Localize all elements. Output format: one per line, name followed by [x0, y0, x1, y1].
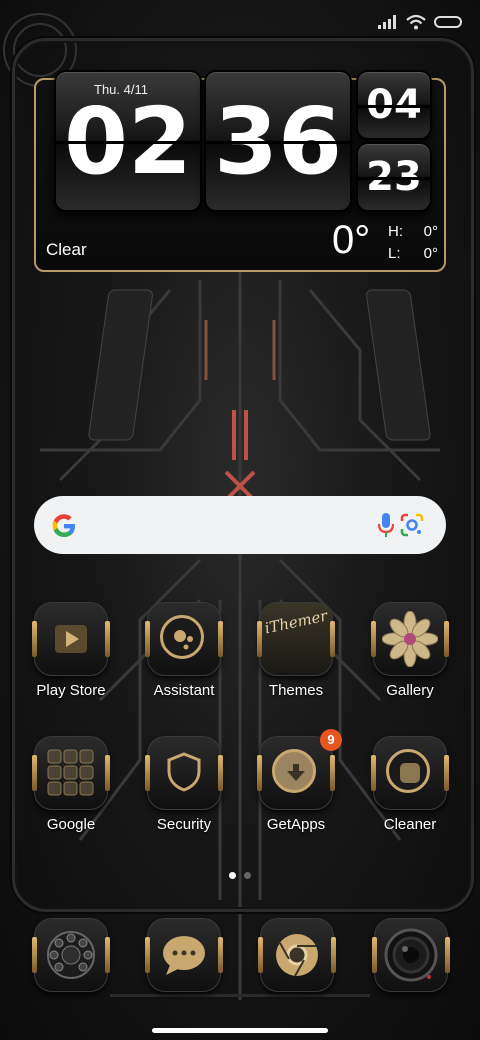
themes-icon: iThemer	[257, 602, 335, 676]
app-label: Play Store	[36, 682, 106, 699]
rotary-phone-icon	[32, 918, 110, 992]
messages-icon	[145, 918, 223, 992]
small-top-digits: 04	[366, 82, 422, 128]
shield-icon	[145, 736, 223, 810]
rotary-dial-icon	[47, 931, 95, 979]
temperature: 0°	[332, 218, 371, 262]
dock-messages[interactable]	[145, 918, 223, 992]
google-folder-icon	[32, 736, 110, 810]
dock-chrome[interactable]	[258, 918, 336, 992]
app-label: Assistant	[153, 682, 215, 699]
camera-icon	[372, 918, 450, 992]
app-security[interactable]: Security	[128, 736, 240, 833]
signal-icon	[378, 15, 396, 29]
app-themes[interactable]: iThemer Themes	[240, 602, 352, 699]
small-flip-bottom: 23	[356, 142, 432, 212]
app-label: Themes	[268, 682, 324, 699]
google-lens-icon[interactable]	[398, 511, 426, 539]
assistant-dots-icon	[174, 630, 193, 650]
chat-bubble-icon	[163, 936, 205, 975]
page-dot-active[interactable]	[229, 872, 236, 879]
dock-phone[interactable]	[32, 918, 110, 992]
chrome-logo-icon	[276, 934, 318, 977]
low-label: L:	[388, 245, 401, 262]
home-gesture-bar[interactable]	[152, 1028, 328, 1033]
low-value: 0°	[423, 245, 438, 262]
battery-icon	[434, 16, 462, 28]
chrome-icon	[258, 918, 336, 992]
app-cleaner[interactable]: Cleaner	[354, 736, 466, 833]
themes-icon-text: iThemer	[263, 606, 329, 638]
download-arrow-icon	[287, 764, 305, 781]
cleaner-icon	[371, 736, 449, 810]
app-label: Cleaner	[383, 816, 437, 833]
app-label: GetApps	[266, 816, 326, 833]
high-label: H:	[388, 223, 403, 240]
cleaner-core-icon	[400, 763, 420, 783]
app-assistant[interactable]: Assistant	[128, 602, 240, 699]
dock-camera[interactable]	[372, 918, 450, 992]
voice-search-icon[interactable]	[376, 511, 396, 539]
wifi-icon	[406, 14, 426, 30]
hour-digits: 02	[63, 87, 193, 195]
flower-icon	[382, 611, 438, 667]
folder-grid-icon	[47, 749, 94, 796]
small-bottom-digits: 23	[366, 154, 422, 200]
high-value: 0°	[423, 223, 438, 240]
status-bar	[0, 0, 480, 36]
assistant-icon	[145, 602, 223, 676]
getapps-icon: 9	[257, 729, 342, 810]
google-g-icon	[52, 514, 75, 537]
play-triangle-icon	[55, 625, 87, 653]
security-shield-icon	[167, 752, 201, 792]
clock-weather-widget[interactable]: 02 Thu. 4/11 36 04 23 Clear 0° H: 0° L: …	[34, 70, 446, 272]
gallery-flower-icon	[371, 602, 449, 676]
date-label: Thu. 4/11	[94, 82, 148, 97]
page-indicator[interactable]	[0, 872, 480, 879]
camera-lens-icon	[384, 928, 438, 982]
google-search-bar[interactable]	[34, 496, 446, 554]
app-google-folder[interactable]: Google	[15, 736, 127, 833]
app-label: Google	[46, 816, 96, 833]
app-play-store[interactable]: Play Store	[15, 602, 127, 699]
minute-flip-card: 36	[204, 70, 352, 212]
small-flip-top: 04	[356, 70, 432, 140]
notification-badge: 9	[320, 729, 342, 751]
weather-condition: Clear	[46, 240, 87, 259]
minute-digits: 36	[213, 87, 343, 195]
play-store-icon	[32, 602, 110, 676]
app-label: Gallery	[386, 682, 434, 699]
page-dot[interactable]	[244, 872, 251, 879]
app-label: Security	[156, 816, 212, 833]
app-gallery[interactable]: Gallery	[354, 602, 466, 699]
app-getapps[interactable]: 9 GetApps	[240, 729, 352, 833]
